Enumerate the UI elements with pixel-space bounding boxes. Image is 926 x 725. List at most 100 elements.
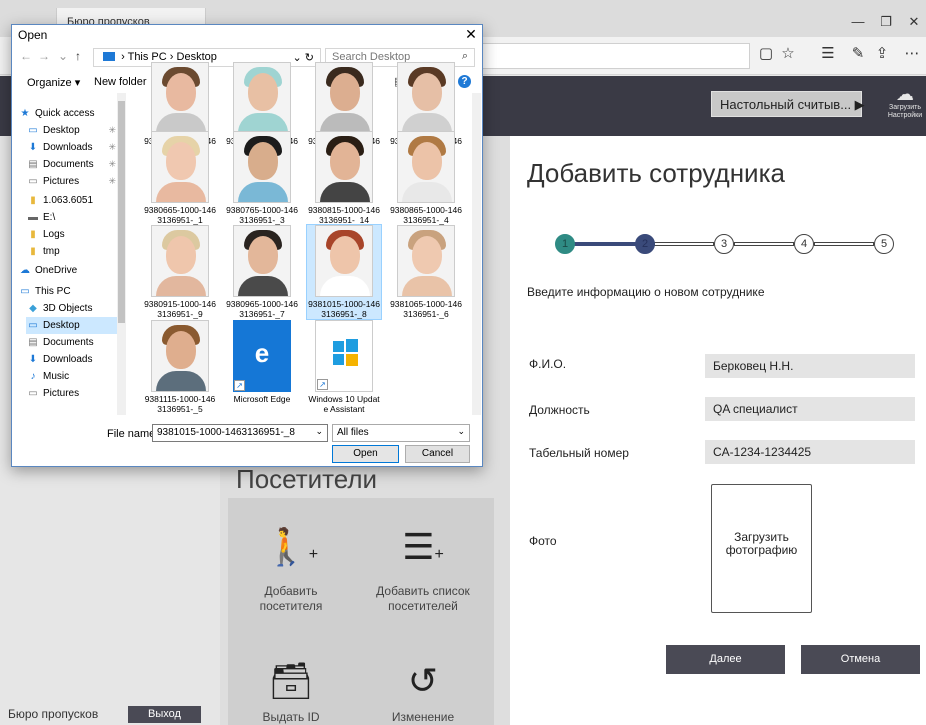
- dialog-close-button[interactable]: ✕: [463, 26, 479, 42]
- thumb-face: [412, 73, 442, 111]
- upload-settings-button[interactable]: ☁ Загрузить Настройки: [884, 84, 926, 128]
- nav-item[interactable]: ☁ OneDrive: [18, 262, 118, 279]
- nav-item[interactable]: ▭ Desktop: [26, 317, 118, 334]
- objects-icon: ◆: [29, 303, 37, 314]
- file-name: 9381115-1000-1463136951-_5: [144, 394, 216, 414]
- up-arrow-icon[interactable]: ↑: [75, 49, 81, 63]
- photo-thumbnail: [233, 62, 291, 134]
- cancel-button[interactable]: Отмена: [801, 645, 920, 674]
- thumb-shoulders: [320, 182, 370, 202]
- thumb-face: [248, 236, 278, 274]
- employee-number-field[interactable]: CA-1234-1234425: [705, 440, 915, 464]
- folder-icon: ▮: [30, 246, 36, 257]
- file-type-select[interactable]: All files ⌄: [332, 424, 470, 442]
- nav-item[interactable]: ⬇ Downloads: [26, 351, 118, 368]
- photo-thumbnail: [151, 131, 209, 203]
- cloud-icon: ☁: [20, 265, 30, 276]
- history-label: Изменение: [391, 710, 455, 724]
- file-item[interactable]: 9381115-1000-1463136951-_5: [143, 320, 217, 414]
- nav-item[interactable]: ▭ Pictures: [26, 385, 118, 402]
- nav-item[interactable]: ▭ This PC: [18, 283, 118, 300]
- nav-item[interactable]: ★ Quick access: [18, 105, 118, 122]
- thumb-shoulders: [156, 371, 206, 391]
- pictures-icon: ▭: [28, 176, 38, 187]
- file-item[interactable]: 9381065-1000-1463136951-_6: [389, 225, 463, 319]
- nav-item[interactable]: ▮ Logs: [26, 226, 118, 243]
- recent-dropdown-icon[interactable]: ⌄: [58, 49, 68, 63]
- favorite-star-icon[interactable]: ☆: [776, 42, 800, 66]
- reading-view-icon[interactable]: ▢: [754, 42, 778, 66]
- next-button[interactable]: Далее: [666, 645, 785, 674]
- photo-thumbnail: [315, 62, 373, 134]
- thumb-shoulders: [402, 276, 452, 296]
- nav-item[interactable]: ▤ Documents: [26, 334, 118, 351]
- desktop-icon: ▭: [28, 125, 38, 136]
- downloads-icon: ⬇: [28, 142, 38, 153]
- page-title: Добавить сотрудника: [527, 158, 785, 188]
- add-visitor-icon: 🚶+: [263, 526, 319, 567]
- file-item[interactable]: 9380915-1000-1463136951-_9: [143, 225, 217, 319]
- file-item[interactable]: 9381015-1000-1463136951-_8: [306, 224, 382, 320]
- name-field[interactable]: Берковец Н.Н.: [705, 354, 915, 378]
- minimize-button[interactable]: —: [844, 12, 872, 32]
- employee-number-label: Табельный номер: [529, 446, 629, 460]
- nav-item[interactable]: ⬇ Downloads ✳: [26, 139, 118, 156]
- restore-button[interactable]: ❐: [872, 12, 900, 32]
- add-visitor-tile[interactable]: 🚶+ Добавить посетителя: [236, 524, 346, 614]
- new-folder-button[interactable]: New folder: [94, 76, 147, 88]
- pen-icon[interactable]: ✎: [846, 42, 870, 66]
- file-name-input[interactable]: 9381015-1000-1463136951-_8 ⌄: [152, 424, 328, 442]
- chevron-down-icon[interactable]: ⌄: [315, 426, 323, 437]
- favorites-icon[interactable]: ☰: [816, 42, 840, 66]
- pin-icon: ✳: [108, 142, 116, 152]
- nav-item[interactable]: ▮ tmp: [26, 243, 118, 260]
- nav-scroll-thumb[interactable]: [118, 101, 125, 323]
- step-connector-4: [814, 242, 874, 246]
- file-item[interactable]: 9380665-1000-1463136951-_1: [143, 131, 217, 225]
- open-button[interactable]: Open: [332, 445, 399, 463]
- back-arrow-icon[interactable]: ←: [20, 49, 32, 63]
- pin-icon: ✳: [108, 159, 116, 169]
- shortcut-arrow-icon: ↗: [317, 379, 328, 390]
- organize-button[interactable]: Organize ▾: [27, 76, 80, 89]
- files-scrollbar[interactable]: [472, 93, 481, 415]
- photo-thumbnail: [233, 225, 291, 297]
- photo-thumbnail: [233, 131, 291, 203]
- file-name-label: File name:: [107, 428, 159, 440]
- nav-item[interactable]: ▮ 1.063.6051: [26, 192, 118, 209]
- file-item[interactable]: e ↗ Microsoft Edge: [225, 320, 299, 404]
- file-item[interactable]: ↗ Windows 10 Update Assistant: [307, 320, 381, 414]
- thumb-face: [166, 236, 196, 274]
- photo-thumbnail: [397, 131, 455, 203]
- drive-icon: ▬: [28, 212, 38, 223]
- nav-item[interactable]: ◆ 3D Objects: [26, 300, 118, 317]
- file-name: 9381015-1000-1463136951-_8: [308, 299, 380, 319]
- history-tile[interactable]: ↺ Изменение: [368, 658, 478, 725]
- nav-item[interactable]: ▤ Documents ✳: [26, 156, 118, 173]
- nav-item[interactable]: ▭ Pictures ✳: [26, 173, 118, 190]
- nav-item[interactable]: ▭ Desktop ✳: [26, 122, 118, 139]
- more-icon[interactable]: ⋯: [900, 42, 924, 66]
- upload-photo-button[interactable]: Загрузить фотографию: [711, 484, 812, 613]
- nav-item[interactable]: ▬ E:\: [26, 209, 118, 226]
- footer-bureau-label: Бюро пропусков: [8, 707, 99, 721]
- nav-item[interactable]: ♪ Music: [26, 368, 118, 385]
- close-window-button[interactable]: ✕: [900, 12, 926, 32]
- position-field[interactable]: QA специалист: [705, 397, 915, 421]
- forward-arrow-icon[interactable]: →: [38, 49, 50, 63]
- file-item[interactable]: 9380865-1000-1463136951-_4: [389, 131, 463, 225]
- share-icon[interactable]: ⇪: [870, 42, 894, 66]
- file-item[interactable]: 9380815-1000-1463136951-_14: [307, 131, 381, 225]
- desktop-reader-button[interactable]: Настольный считыв... ▶: [711, 91, 865, 117]
- photo-thumbnail: [151, 62, 209, 134]
- add-visitor-list-tile[interactable]: ☰+ Добавить список посетителей: [368, 524, 478, 614]
- dialog-cancel-button[interactable]: Cancel: [405, 445, 470, 463]
- file-item[interactable]: 9380965-1000-1463136951-_7: [225, 225, 299, 319]
- thumb-face: [248, 73, 278, 111]
- issue-id-tile[interactable]: 🗃 Выдать ID: [236, 658, 346, 725]
- thumb-face: [166, 142, 196, 180]
- thumb-shoulders: [238, 276, 288, 296]
- file-name: 9380865-1000-1463136951-_4: [390, 205, 462, 225]
- file-item[interactable]: 9380765-1000-1463136951-_3: [225, 131, 299, 225]
- exit-button[interactable]: Выход: [128, 706, 201, 723]
